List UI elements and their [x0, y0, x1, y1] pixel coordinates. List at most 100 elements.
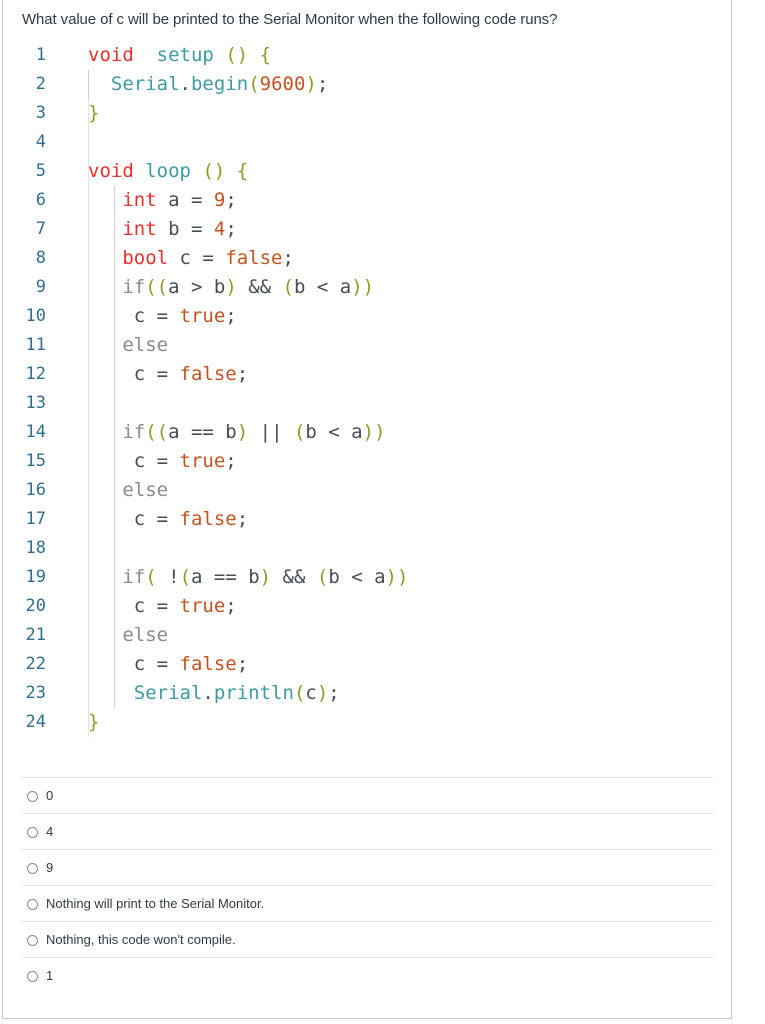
code-token: ; [225, 218, 237, 240]
line-number: 10 [25, 306, 46, 326]
code-token: println [213, 682, 294, 704]
answer-label[interactable]: 0 [46, 788, 53, 803]
line-number: 24 [25, 712, 46, 732]
radio-button-icon[interactable] [27, 863, 38, 874]
code-token: || [248, 421, 294, 443]
code-token: ) [305, 73, 317, 95]
code-text: c = true; [88, 447, 237, 476]
code-token: true [179, 450, 226, 472]
code-token: ) [316, 682, 329, 704]
line-number: 11 [25, 335, 46, 355]
code-token: ( [282, 276, 294, 298]
code-token: ) [225, 276, 237, 298]
code-token: } [88, 711, 100, 733]
code-token: )) [362, 421, 386, 443]
code-token: b < a [293, 276, 352, 298]
code-text: if((a == b) || (b < a)) [88, 418, 386, 447]
code-token: if [122, 566, 146, 588]
code-token: . [179, 73, 191, 95]
answer-label[interactable]: 9 [46, 860, 53, 875]
code-token: ; [236, 363, 249, 385]
answer-label[interactable]: Nothing will print to the Serial Monitor… [46, 896, 264, 911]
code-token: Serial [133, 682, 203, 704]
code-token: ; [282, 247, 294, 269]
radio-button-icon[interactable] [27, 791, 38, 802]
code-token: 4 [213, 218, 226, 240]
code-token: false [179, 363, 237, 385]
code-token: (( [145, 421, 169, 443]
code-text: Serial.begin(9600); [88, 70, 328, 99]
code-token: ; [236, 653, 249, 675]
line-number: 14 [25, 422, 46, 442]
radio-button-icon[interactable] [27, 971, 38, 982]
code-text: void loop () { [88, 157, 248, 186]
code-line: 3} [0, 99, 730, 128]
code-token: } [88, 102, 100, 124]
line-number: 15 [25, 451, 46, 471]
code-token: false [225, 247, 283, 269]
code-text: } [88, 708, 99, 737]
line-number: 1 [35, 45, 46, 65]
code-line: 16 else [0, 476, 730, 505]
answer-label[interactable]: 1 [46, 968, 53, 983]
answer-option[interactable]: 4 [22, 813, 713, 849]
code-text: void setup () { [88, 41, 271, 70]
line-number: 7 [35, 219, 46, 239]
code-token: c = [88, 305, 180, 327]
answer-option[interactable]: Nothing will print to the Serial Monitor… [22, 885, 713, 921]
line-number: 16 [25, 480, 46, 500]
code-text: if( !(a == b) && (b < a)) [88, 563, 408, 592]
radio-button-icon[interactable] [27, 899, 38, 910]
code-token: (( [145, 276, 169, 298]
code-text: c = false; [88, 360, 248, 389]
answer-option[interactable]: 9 [22, 849, 713, 885]
code-token: c = [88, 363, 180, 385]
answer-option[interactable]: 0 [22, 777, 713, 813]
code-token: loop [145, 160, 191, 182]
answer-option[interactable]: 1 [22, 957, 713, 993]
code-token: ( [293, 421, 306, 443]
code-token: b < a [305, 421, 363, 443]
answer-option[interactable]: Nothing, this code won't compile. [22, 921, 713, 957]
line-number: 18 [25, 538, 46, 558]
code-token: void [88, 160, 134, 182]
radio-button-icon[interactable] [27, 827, 38, 838]
code-token: ; [328, 682, 340, 704]
line-number: 3 [35, 103, 46, 123]
code-text: if((a > b) && (b < a)) [88, 273, 374, 302]
code-line: 22 c = false; [0, 650, 730, 679]
code-line: 23 Serial.println(c); [0, 679, 730, 708]
code-token: Serial [110, 73, 180, 95]
code-token: a = [156, 189, 214, 211]
code-token: () [202, 160, 226, 182]
code-line: 8 bool c = false; [0, 244, 730, 273]
code-token: && [236, 276, 283, 298]
code-token: true [179, 595, 226, 617]
code-text: c = false; [88, 650, 248, 679]
code-text: int a = 9; [88, 186, 236, 215]
code-token: c = [88, 450, 180, 472]
line-number: 20 [25, 596, 46, 616]
answer-label[interactable]: Nothing, this code won't compile. [46, 932, 236, 947]
radio-button-icon[interactable] [27, 935, 38, 946]
code-token: else [122, 479, 169, 501]
code-line: 2 Serial.begin(9600); [0, 70, 730, 99]
code-token: false [179, 508, 237, 530]
code-token: else [122, 624, 169, 646]
code-token: true [179, 305, 226, 327]
code-line: 1 void setup () { [0, 41, 730, 70]
code-line: 15 c = true; [0, 447, 730, 476]
line-number: 5 [35, 161, 46, 181]
answer-label[interactable]: 4 [46, 824, 53, 839]
code-line: 12 c = false; [0, 360, 730, 389]
code-line: 18 [0, 534, 730, 563]
